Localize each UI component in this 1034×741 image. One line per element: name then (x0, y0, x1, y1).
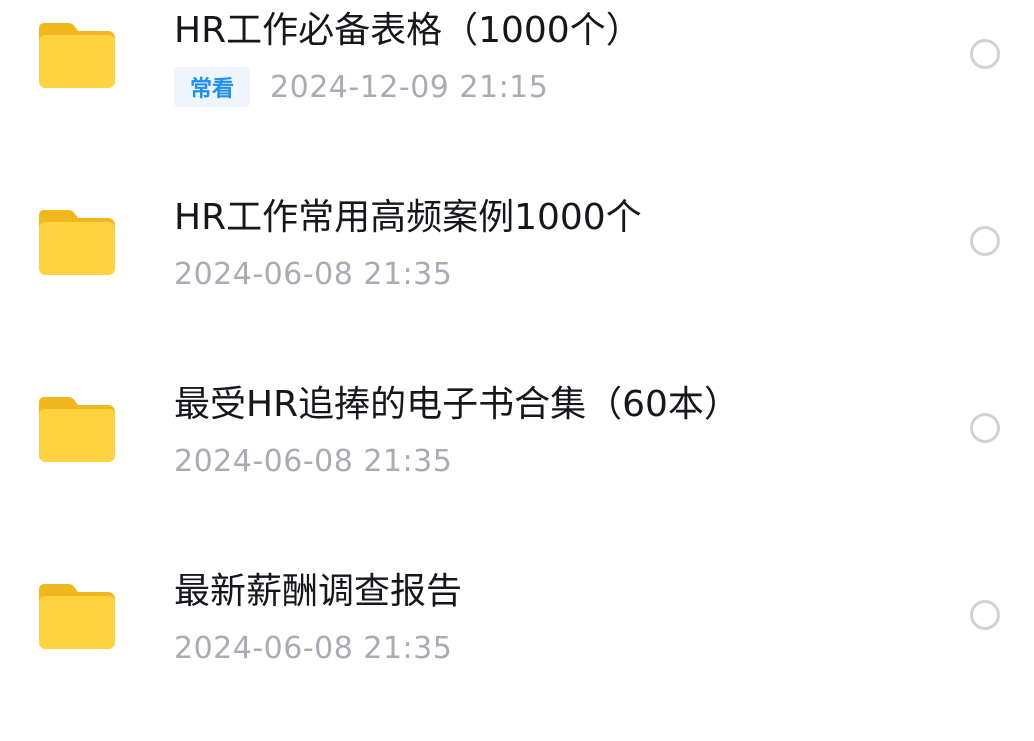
folder-icon (38, 19, 116, 89)
file-meta: 2024-06-08 21:35 (174, 438, 452, 484)
folder-icon (38, 393, 116, 463)
folder-icon (38, 206, 116, 276)
file-date: 2024-06-08 21:35 (174, 630, 453, 666)
file-name: 最新薪酬调查报告 (174, 571, 463, 612)
select-radio[interactable] (970, 39, 1000, 69)
select-radio[interactable] (970, 226, 1000, 256)
file-name: HR工作常用高频案例1000个 (174, 197, 642, 238)
file-date: 2024-06-08 21:35 (174, 256, 453, 292)
frequent-badge: 常看 (174, 67, 251, 107)
file-list: HR工作必备表格（1000个） 常看 2024-12-09 21:15 HR工作… (0, 0, 1034, 741)
list-item[interactable]: HR工作必备表格（1000个） 常看 2024-12-09 21:15 (0, 0, 1034, 140)
file-name: 最受HR追捧的电子书合集（60本） (174, 384, 740, 425)
folder-icon (38, 580, 116, 650)
file-date: 2024-12-09 21:15 (270, 69, 549, 105)
file-meta: 常看 2024-12-09 21:15 (174, 64, 548, 110)
select-radio[interactable] (970, 413, 1000, 443)
file-meta: 2024-06-08 21:35 (174, 251, 452, 297)
file-date: 2024-06-08 21:35 (174, 443, 453, 479)
file-name: HR工作必备表格（1000个） (174, 10, 642, 51)
file-meta: 2024-06-08 21:35 (174, 625, 452, 671)
select-radio[interactable] (970, 600, 1000, 630)
list-item[interactable]: 最新薪酬调查报告 2024-06-08 21:35 (0, 521, 1034, 701)
list-item[interactable]: 最受HR追捧的电子书合集（60本） 2024-06-08 21:35 (0, 334, 1034, 514)
list-item[interactable]: HR工作常用高频案例1000个 2024-06-08 21:35 (0, 147, 1034, 327)
